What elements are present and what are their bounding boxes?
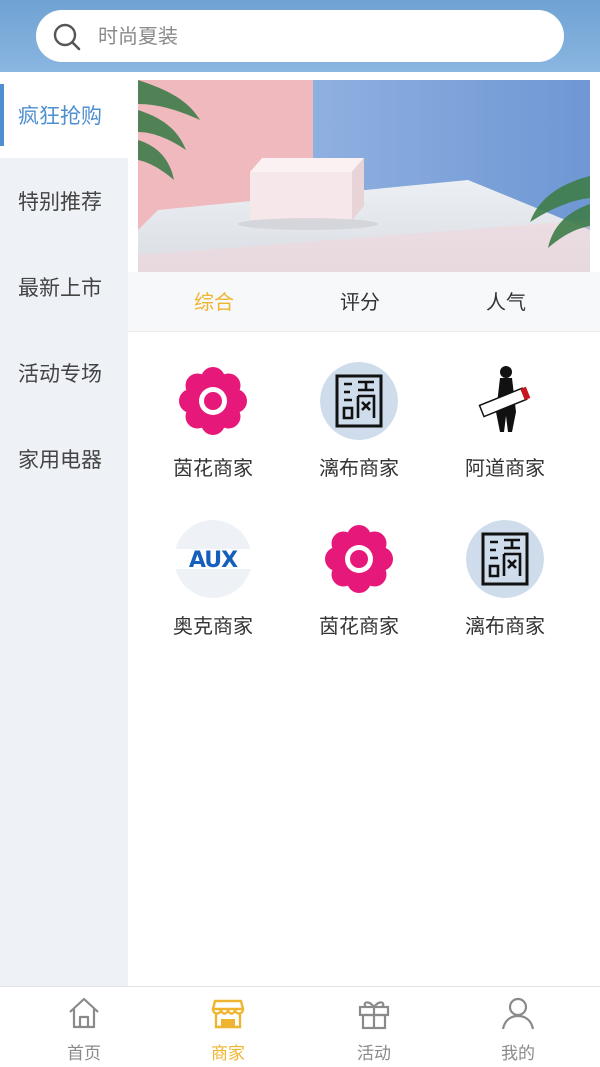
- seal-stamp-logo: [466, 520, 544, 598]
- search-input[interactable]: [98, 10, 538, 62]
- sidebar-item-label: 家用电器: [18, 448, 102, 472]
- tab-popularity[interactable]: 人气: [436, 272, 576, 332]
- tab-merchants[interactable]: 商家: [168, 987, 288, 1067]
- merchant-name: 漓布商家: [465, 614, 545, 638]
- home-icon: [69, 997, 99, 1029]
- merchant-name: 茵花商家: [173, 456, 253, 480]
- sidebar-item-events[interactable]: 活动专场: [0, 330, 128, 416]
- sidebar-item-recommended[interactable]: 特别推荐: [0, 158, 128, 244]
- search-bar[interactable]: [36, 10, 564, 62]
- tab-label: 首页: [67, 1044, 101, 1064]
- merchant-name: 漓布商家: [319, 456, 399, 480]
- tab-rating[interactable]: 评分: [290, 272, 430, 332]
- sidebar-item-label: 疯狂抢购: [18, 104, 102, 128]
- merchant-card[interactable]: AUX 奥克商家: [140, 490, 286, 640]
- sidebar-item-appliances[interactable]: 家用电器: [0, 416, 128, 502]
- merchant-card[interactable]: 阿道商家: [432, 332, 578, 482]
- merchant-name: 奥克商家: [173, 614, 253, 638]
- gift-icon: [358, 1001, 390, 1030]
- sidebar-item-label: 最新上市: [18, 276, 102, 300]
- sidebar-item-label: 特别推荐: [18, 190, 102, 214]
- bottom-tab-bar: 首页 商家 活动 我的: [0, 986, 600, 1067]
- category-sidebar: 疯狂抢购 特别推荐 最新上市 活动专场 家用电器: [0, 72, 128, 986]
- merchant-grid: 茵花商家 漓布商家 阿道商家 AUX 奥克商家 茵花商家 漓布商家: [128, 332, 600, 986]
- sidebar-item-flash-sale[interactable]: 疯狂抢购: [0, 72, 128, 158]
- sidebar-item-label: 活动专场: [18, 362, 102, 386]
- merchant-name: 阿道商家: [465, 456, 545, 480]
- tab-home[interactable]: 首页: [24, 987, 144, 1067]
- tab-label: 活动: [357, 1044, 391, 1064]
- merchant-card[interactable]: 漓布商家: [432, 490, 578, 640]
- seal-stamp-logo: [320, 362, 398, 440]
- adolph-figure-logo: [466, 362, 544, 440]
- tab-label: 商家: [211, 1044, 245, 1064]
- tab-overall[interactable]: 综合: [144, 272, 284, 332]
- promo-banner[interactable]: [138, 80, 590, 272]
- store-icon: [211, 999, 245, 1029]
- pink-flower-logo: [325, 525, 393, 593]
- banner-image: [138, 80, 590, 272]
- sort-tabs: 综合 评分 人气: [128, 272, 600, 332]
- merchant-card[interactable]: 漓布商家: [286, 332, 432, 482]
- tab-profile[interactable]: 我的: [458, 987, 578, 1067]
- merchant-card[interactable]: 茵花商家: [286, 490, 432, 640]
- user-icon: [501, 997, 535, 1030]
- sidebar-item-new-arrivals[interactable]: 最新上市: [0, 244, 128, 330]
- merchant-name: 茵花商家: [319, 614, 399, 638]
- tab-label: 我的: [501, 1044, 535, 1064]
- tab-activities[interactable]: 活动: [314, 987, 434, 1067]
- pink-flower-logo: [179, 367, 247, 435]
- search-icon[interactable]: [52, 22, 82, 52]
- merchant-card[interactable]: 茵花商家: [140, 332, 286, 482]
- aux-logo-text: AUX: [188, 548, 238, 573]
- header-bar: [0, 0, 600, 72]
